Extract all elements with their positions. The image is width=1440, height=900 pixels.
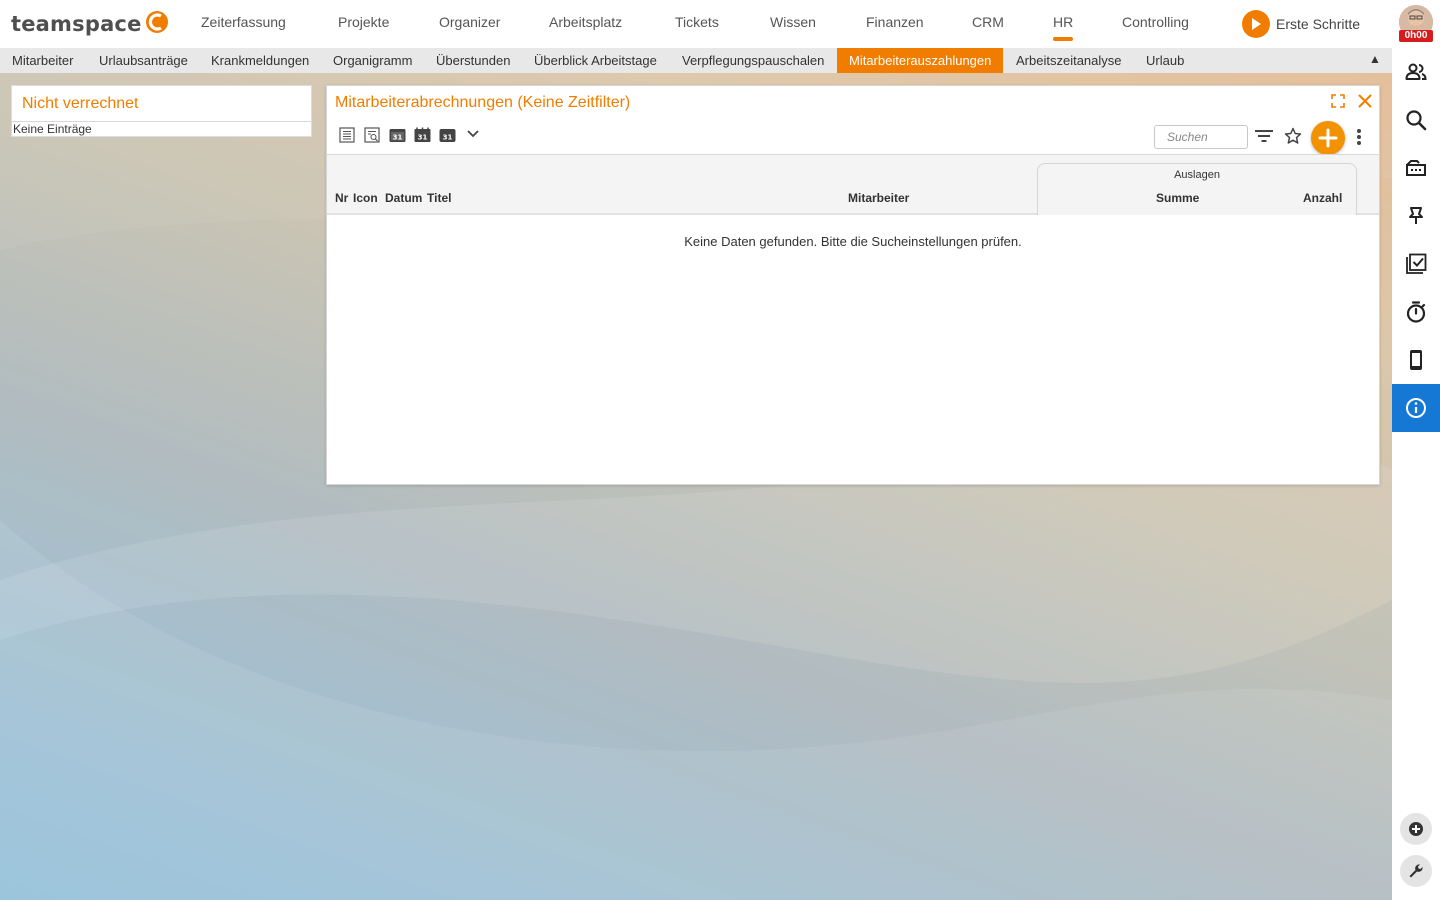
star-icon[interactable] xyxy=(1284,127,1302,145)
mobile-icon xyxy=(1410,350,1422,370)
nav-crm[interactable]: CRM xyxy=(972,14,1004,30)
table-header: Auslagen Nr Icon Datum Titel Mitarbeiter… xyxy=(327,155,1379,215)
svg-text:31: 31 xyxy=(443,134,453,142)
collapse-subnav-icon[interactable]: ▲ xyxy=(1369,52,1381,66)
add-button[interactable] xyxy=(1311,121,1345,155)
auslagen-column-group: Auslagen xyxy=(1037,163,1357,215)
inbox-icon xyxy=(1406,160,1426,176)
info-icon xyxy=(1406,398,1426,418)
maximize-icon[interactable] xyxy=(1331,94,1345,108)
filter-icon[interactable] xyxy=(1254,129,1274,143)
list-view-icon[interactable] xyxy=(339,127,355,143)
subnav-organigramm[interactable]: Organigramm xyxy=(321,48,424,73)
chevron-down-icon[interactable] xyxy=(466,129,480,139)
column-datum[interactable]: Datum xyxy=(385,191,422,205)
toolbar: 31 31 31 xyxy=(327,118,1379,155)
subnav-verpflegungspauschalen[interactable]: Verpflegungspauschalen xyxy=(670,48,836,73)
subnav-ueberstunden[interactable]: Überstunden xyxy=(424,48,522,73)
erste-schritte-button[interactable]: Erste Schritte xyxy=(1242,10,1360,38)
nav-projekte[interactable]: Projekte xyxy=(338,14,389,30)
nicht-verrechnet-panel: Nicht verrechnet Keine Einträge xyxy=(11,85,312,137)
mitarbeiterabrechnungen-panel: Mitarbeiterabrechnungen (Keine Zeitfilte… xyxy=(326,85,1380,485)
nav-tickets[interactable]: Tickets xyxy=(675,14,719,30)
subnav-arbeitszeitanalyse[interactable]: Arbeitszeitanalyse xyxy=(1004,48,1134,73)
play-icon xyxy=(1242,10,1270,38)
timer-badge[interactable]: 0h00 xyxy=(1399,30,1433,42)
logo-mark-icon xyxy=(145,11,168,33)
subnav-urlaub[interactable]: Urlaub xyxy=(1134,48,1196,73)
stopwatch-button[interactable] xyxy=(1392,288,1440,336)
pin-button[interactable] xyxy=(1392,192,1440,240)
nav-finanzen[interactable]: Finanzen xyxy=(866,14,924,30)
panel-title: Mitarbeiterabrechnungen (Keine Zeitfilte… xyxy=(335,94,631,111)
calendar-month-icon[interactable]: 31 xyxy=(439,127,456,143)
search-icon xyxy=(1406,110,1427,131)
empty-state: Keine Einträge xyxy=(13,122,92,136)
column-nr[interactable]: Nr xyxy=(335,191,348,205)
column-anzahl[interactable]: Anzahl xyxy=(1303,191,1342,205)
people-button[interactable] xyxy=(1392,48,1440,96)
empty-state-message: Keine Daten gefunden. Bitte die Sucheins… xyxy=(684,234,1022,249)
nav-hr[interactable]: HR xyxy=(1053,14,1073,30)
detail-view-icon[interactable] xyxy=(364,127,380,143)
add-icon xyxy=(1318,128,1338,148)
pin-icon xyxy=(1409,207,1423,224)
nav-wissen[interactable]: Wissen xyxy=(770,14,816,30)
panel-title: Nicht verrechnet xyxy=(22,95,139,112)
nav-arbeitsplatz[interactable]: Arbeitsplatz xyxy=(549,14,622,30)
subnav-ueberblick-arbeitstage[interactable]: Überblick Arbeitstage xyxy=(522,48,669,73)
wrench-icon xyxy=(1409,864,1423,878)
column-summe[interactable]: Summe xyxy=(1156,191,1199,205)
nav-controlling[interactable]: Controlling xyxy=(1122,14,1189,30)
calendar-day-icon[interactable]: 31 xyxy=(389,127,406,143)
nav-organizer[interactable]: Organizer xyxy=(439,14,500,30)
add-circle-icon xyxy=(1409,822,1423,836)
svg-text:31: 31 xyxy=(418,134,428,142)
erste-schritte-label: Erste Schritte xyxy=(1276,16,1361,32)
subnav-urlaubsantraege[interactable]: Urlaubsanträge xyxy=(87,48,200,73)
more-vert-icon[interactable] xyxy=(1356,128,1362,146)
close-icon[interactable] xyxy=(1357,93,1373,109)
column-mitarbeiter[interactable]: Mitarbeiter xyxy=(848,191,909,205)
add-widget-button[interactable] xyxy=(1400,813,1432,845)
nav-zeiterfassung[interactable]: Zeiterfassung xyxy=(201,14,286,30)
calendar-week-icon[interactable]: 31 xyxy=(414,127,431,143)
search-input[interactable] xyxy=(1154,125,1248,149)
logo-text: teamspace xyxy=(11,12,142,36)
inbox-button[interactable] xyxy=(1392,144,1440,192)
subnav-krankmeldungen[interactable]: Krankmeldungen xyxy=(199,48,321,73)
column-titel[interactable]: Titel xyxy=(427,191,451,205)
auslagen-group-label: Auslagen xyxy=(1174,169,1220,181)
teamspace-logo[interactable]: teamspace xyxy=(11,9,169,41)
mobile-button[interactable] xyxy=(1392,336,1440,384)
stopwatch-icon xyxy=(1406,301,1426,323)
search-button[interactable] xyxy=(1392,96,1440,144)
subnav-mitarbeiter[interactable]: Mitarbeiter xyxy=(0,48,85,73)
sub-navigation: Mitarbeiter Urlaubsanträge Krankmeldunge… xyxy=(0,48,1392,73)
people-icon xyxy=(1405,63,1427,80)
tasks-icon xyxy=(1406,253,1427,274)
svg-text:31: 31 xyxy=(393,134,403,142)
top-bar: teamspace Zeiterfassung Projekte Organiz… xyxy=(0,0,1440,48)
info-button[interactable] xyxy=(1392,384,1440,432)
tasks-button[interactable] xyxy=(1392,240,1440,288)
subnav-mitarbeiterauszahlungen[interactable]: Mitarbeiterauszahlungen xyxy=(837,48,1004,73)
right-sidebar xyxy=(1392,48,1440,900)
settings-button[interactable] xyxy=(1400,855,1432,887)
column-icon[interactable]: Icon xyxy=(353,191,378,205)
